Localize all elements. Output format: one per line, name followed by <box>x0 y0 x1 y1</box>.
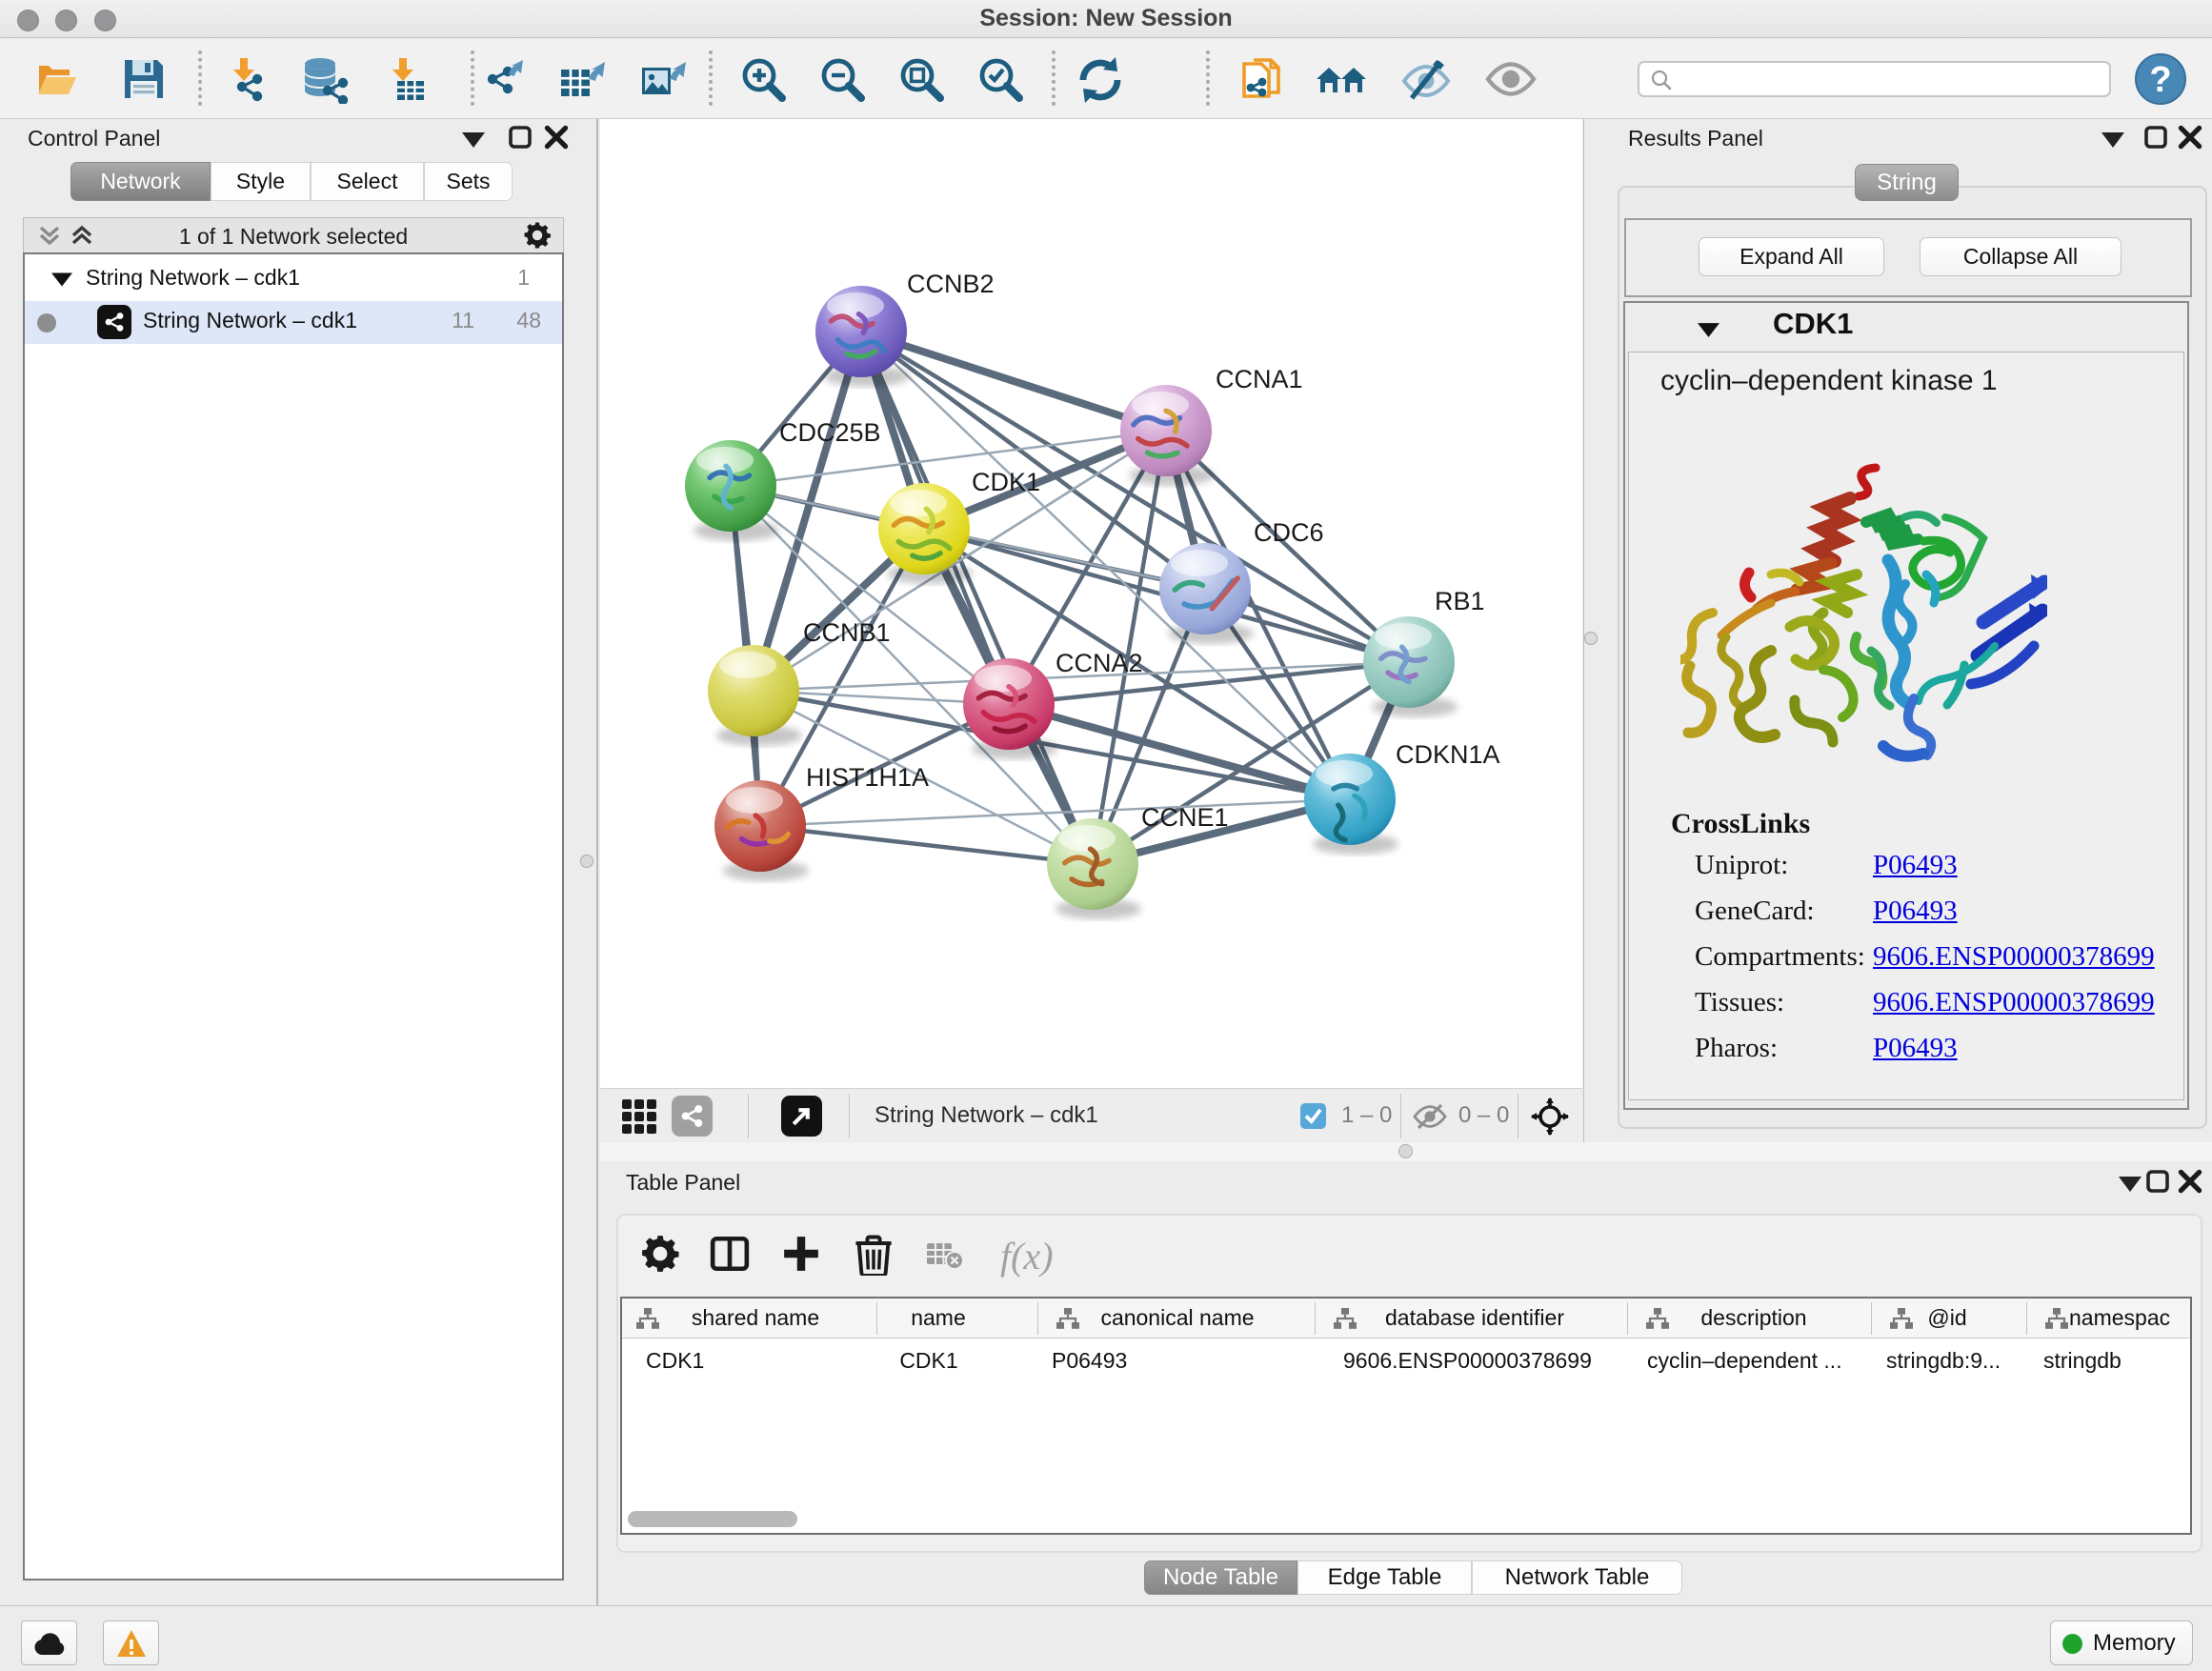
svg-text:CDC25B: CDC25B <box>779 418 881 447</box>
svg-text:CCNA2: CCNA2 <box>1056 649 1143 677</box>
svg-text:RB1: RB1 <box>1435 587 1485 615</box>
svg-text:CCNA1: CCNA1 <box>1216 365 1303 393</box>
svg-text:HIST1H1A: HIST1H1A <box>806 763 929 792</box>
svg-text:CDKN1A: CDKN1A <box>1396 740 1500 769</box>
svg-text:CDK1: CDK1 <box>972 468 1040 496</box>
svg-text:?: ? <box>2149 60 2171 100</box>
svg-text:CCNB2: CCNB2 <box>907 270 995 298</box>
svg-text:CCNE1: CCNE1 <box>1141 803 1229 832</box>
svg-text:CCNB1: CCNB1 <box>803 618 891 647</box>
svg-text:CDC6: CDC6 <box>1254 518 1324 547</box>
